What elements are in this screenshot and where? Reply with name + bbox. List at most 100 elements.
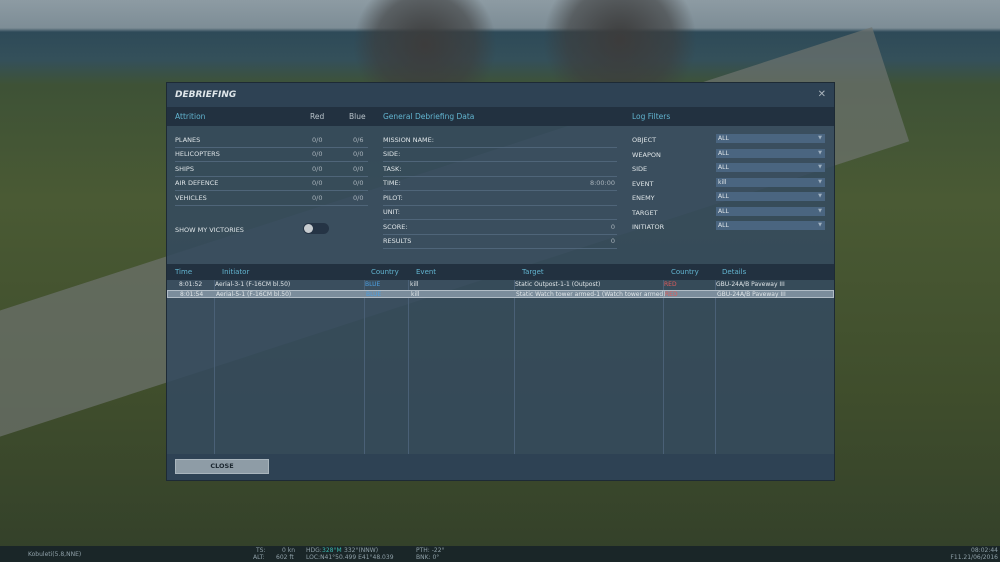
general-data-label: PILOT: <box>383 193 403 202</box>
blue-count: 0/6 <box>353 135 364 144</box>
attrition-row: PLANES 0/0 0/6 <box>175 133 368 148</box>
attrition-label: HELICOPTERS <box>175 150 220 159</box>
loc-readout: LOC:N41°50.499 E41°48.039 <box>306 554 394 561</box>
clock: 08:02:44 <box>971 547 998 554</box>
general-data-label: TIME: <box>383 179 401 188</box>
column-header[interactable]: Target <box>522 268 544 276</box>
chevron-down-icon: ▼ <box>818 207 822 214</box>
blue-count: 0/0 <box>353 164 364 173</box>
log-target: Static Watch tower armed-1 (Watch tower … <box>516 290 666 298</box>
log-event: kill <box>410 281 419 288</box>
filter-value: ALL <box>718 222 729 229</box>
filter-value: ALL <box>718 135 729 142</box>
log-initiator: Aerial-3-1 (F-16CM bl.50) <box>215 281 291 288</box>
chevron-down-icon: ▼ <box>818 222 822 228</box>
column-header[interactable]: Country <box>371 268 399 276</box>
red-count: 0/0 <box>312 179 323 188</box>
filter-value: kill <box>718 178 727 186</box>
log-country: BLUE <box>366 290 382 298</box>
toggle-knob <box>304 224 313 233</box>
filter-enemy-dropdown[interactable]: ALL ▼ <box>716 192 825 201</box>
column-divider <box>663 280 664 455</box>
general-data-row: MISSION NAME: <box>383 133 617 148</box>
show-victories-toggle[interactable] <box>303 223 329 234</box>
dialog-footer: CLOSE <box>167 454 834 480</box>
column-header[interactable]: Country <box>671 268 699 276</box>
attrition-label: SHIPS <box>175 164 194 173</box>
filter-weapon-dropdown[interactable]: ALL ▼ <box>716 148 825 158</box>
column-divider <box>364 280 365 455</box>
attrition-label: VEHICLES <box>175 193 207 202</box>
log-row[interactable]: 8:01:52 Aerial-3-1 (F-16CM bl.50) BLUE kill… <box>167 281 834 289</box>
red-column-header: Red <box>310 112 325 121</box>
date: F11.21/06/2016 <box>950 554 998 561</box>
attrition-label: PLANES <box>175 135 201 144</box>
log-details: GBU-24A/B Paveway III <box>717 290 786 298</box>
filter-label: TARGET <box>632 208 658 217</box>
log-row[interactable]: 8:01:54 Aerial-5-1 (F-16CM bl.50) BLUE kill… <box>167 289 834 298</box>
filter-event-dropdown[interactable]: kill ▼ <box>716 177 825 187</box>
log-time: 8:01:54 <box>180 290 204 298</box>
ts-value: 0 kn <box>282 547 296 554</box>
close-button[interactable]: CLOSE <box>175 459 269 474</box>
filter-label: ENEMY <box>632 194 655 202</box>
attrition-header: Attrition <box>175 112 206 121</box>
filter-label: SIDE <box>632 165 648 173</box>
ts-label: TS: <box>256 547 266 554</box>
filter-value: ALL <box>718 164 729 171</box>
alt-value: 602 ft <box>276 554 294 561</box>
hdg-true: 332°(NNW) <box>344 547 379 554</box>
debriefing-dialog: DEBRIEFING ✕ Attrition Red Blue General … <box>166 82 835 481</box>
general-data-label: SIDE: <box>383 150 401 159</box>
general-data-value: 8:00:00 <box>589 179 615 188</box>
location-readout: Kobuleti(5.8,NNE) <box>28 551 82 558</box>
column-header[interactable]: Details <box>722 268 746 276</box>
filter-target-dropdown[interactable]: ALL ▼ <box>716 206 825 216</box>
attrition-row: SHIPS 0/0 0/0 <box>175 162 368 177</box>
chevron-down-icon: ▼ <box>818 178 822 185</box>
status-bar: Kobuleti(5.8,NNE) TS: 0 kn ALT: 602 ft H… <box>0 546 1000 562</box>
general-data-row: TIME: 8:00:00 <box>383 177 617 191</box>
red-count: 0/0 <box>312 150 323 159</box>
section-header-bar <box>167 107 834 126</box>
filter-label: EVENT <box>632 179 654 188</box>
general-data-header: General Debriefing Data <box>383 112 475 121</box>
general-data-value: 0 <box>610 222 615 231</box>
column-header[interactable]: Event <box>416 268 436 276</box>
filter-initiator-dropdown[interactable]: ALL ▼ <box>716 221 825 230</box>
alt-label: ALT: <box>253 554 265 561</box>
log-event: kill <box>411 290 420 298</box>
filter-side-dropdown[interactable]: ALL ▼ <box>716 163 825 172</box>
filter-object-dropdown[interactable]: ALL ▼ <box>716 134 825 143</box>
column-divider <box>715 280 716 455</box>
pitch-readout: PTH: -22° <box>416 547 445 554</box>
filter-value: ALL <box>718 207 729 215</box>
blue-count: 0/0 <box>353 179 364 188</box>
column-divider <box>214 280 215 455</box>
filter-value: ALL <box>718 149 729 157</box>
hdg-label: HDG: <box>306 547 322 554</box>
red-count: 0/0 <box>312 164 323 173</box>
red-count: 0/0 <box>312 193 323 202</box>
dialog-header: DEBRIEFING <box>167 83 834 107</box>
filter-value: ALL <box>718 193 729 200</box>
column-header[interactable]: Initiator <box>222 268 249 276</box>
log-country: BLUE <box>365 281 381 288</box>
log-filters-header: Log Filters <box>632 112 671 121</box>
column-header[interactable]: Time <box>175 268 192 276</box>
chevron-down-icon: ▼ <box>818 193 822 199</box>
red-count: 0/0 <box>312 135 323 144</box>
column-divider <box>408 280 409 455</box>
show-victories-label: SHOW MY VICTORIES <box>175 226 244 234</box>
general-data-row: PILOT: <box>383 191 617 206</box>
bank-readout: BNK: 0° <box>416 554 440 561</box>
general-data-value: 0 <box>610 237 615 246</box>
general-data-row: SIDE: <box>383 148 617 162</box>
attrition-row: AIR DEFENCE 0/0 0/0 <box>175 177 368 191</box>
filter-label: WEAPON <box>632 150 661 159</box>
close-icon[interactable]: ✕ <box>818 89 826 100</box>
general-data-label: UNIT: <box>383 208 400 217</box>
general-data-row: UNIT: <box>383 206 617 220</box>
blue-column-header: Blue <box>349 112 366 121</box>
chevron-down-icon: ▼ <box>818 149 822 156</box>
